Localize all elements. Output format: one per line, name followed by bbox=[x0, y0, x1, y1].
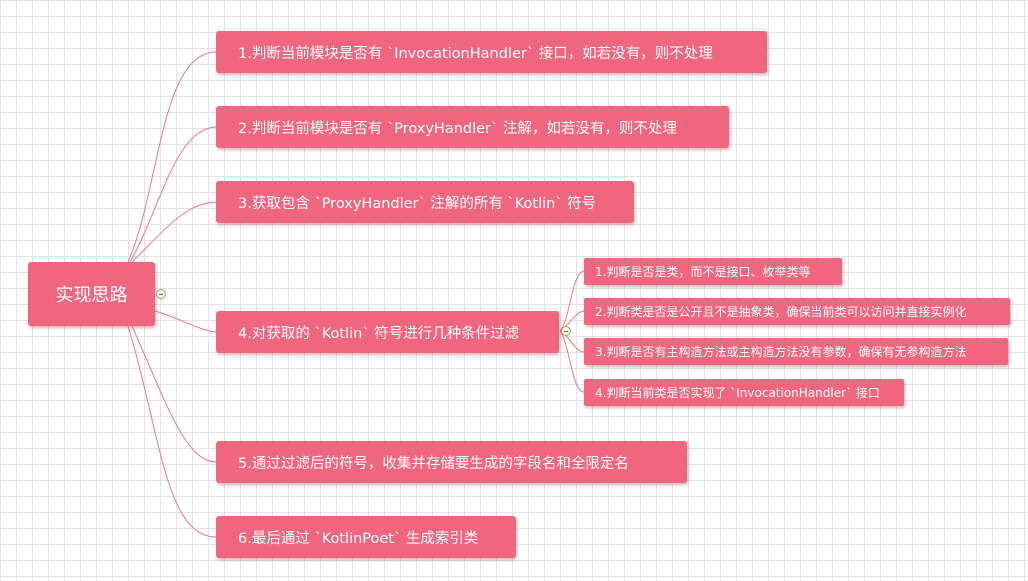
substep-label-2: 2.判断类是否是公开且不是抽象类，确保当前类可以访问并直接实例化 bbox=[595, 305, 967, 319]
step-label-3: 3.获取包含 `ProxyHandler` 注解的所有 `Kotlin` 符号 bbox=[238, 195, 597, 212]
substep-label-4: 4.判断当前类是否实现了 `InvocationHandler` 接口 bbox=[595, 386, 880, 400]
step-node-3[interactable]: 3.获取包含 `ProxyHandler` 注解的所有 `Kotlin` 符号 bbox=[216, 181, 634, 223]
connector-root-step-5 bbox=[131, 325, 217, 463]
connector-root-step-1 bbox=[127, 51, 217, 263]
step-node-5[interactable]: 5.通过过滤后的符号，收集并存储要生成的字段名和全限定名 bbox=[216, 441, 687, 483]
step-node-4[interactable]: 4.对获取的 `Kotlin` 符号进行几种条件过滤 bbox=[216, 311, 559, 353]
step-label-4: 4.对获取的 `Kotlin` 符号进行几种条件过滤 bbox=[238, 325, 520, 342]
substep-node-1[interactable]: 1.判断是否是类，而不是接口、枚举类等 bbox=[584, 258, 842, 285]
root-label: 实现思路 bbox=[55, 285, 128, 306]
root-collapse-toggle[interactable] bbox=[156, 289, 166, 299]
connector-step4-child-4 bbox=[559, 330, 585, 393]
connector-root-step-4 bbox=[154, 310, 217, 333]
connector-root-step-6 bbox=[127, 325, 217, 538]
step-label-5: 5.通过过滤后的符号，收集并存储要生成的字段名和全限定名 bbox=[238, 455, 629, 472]
connector-root-step-2 bbox=[129, 126, 217, 263]
substep-node-4[interactable]: 4.判断当前类是否实现了 `InvocationHandler` 接口 bbox=[584, 379, 904, 406]
substep-label-3: 3.判断是否有主构造方法或主构造方法没有参数，确保有无参构造方法 bbox=[595, 345, 967, 359]
step-4-collapse-toggle[interactable] bbox=[561, 326, 571, 336]
step-label-1: 1.判断当前模块是否有 `InvocationHandler` 接口，如若没有，… bbox=[238, 45, 713, 62]
step-node-1[interactable]: 1.判断当前模块是否有 `InvocationHandler` 接口，如若没有，… bbox=[216, 31, 767, 73]
substep-label-1: 1.判断是否是类，而不是接口、枚举类等 bbox=[595, 265, 811, 279]
root-node[interactable]: 实现思路 bbox=[28, 262, 155, 326]
substep-node-3[interactable]: 3.判断是否有主构造方法或主构造方法没有参数，确保有无参构造方法 bbox=[584, 338, 1008, 365]
connector-step4-child-1 bbox=[559, 270, 585, 332]
step-node-6[interactable]: 6.最后通过 `KotlinPoet` 生成索引类 bbox=[216, 516, 516, 558]
step-label-2: 2.判断当前模块是否有 `ProxyHandler` 注解，如若没有，则不处理 bbox=[238, 120, 677, 137]
step-node-2[interactable]: 2.判断当前模块是否有 `ProxyHandler` 注解，如若没有，则不处理 bbox=[216, 106, 729, 148]
step-label-6: 6.最后通过 `KotlinPoet` 生成索引类 bbox=[238, 530, 479, 547]
substep-node-2[interactable]: 2.判断类是否是公开且不是抽象类，确保当前类可以访问并直接实例化 bbox=[584, 298, 1010, 325]
